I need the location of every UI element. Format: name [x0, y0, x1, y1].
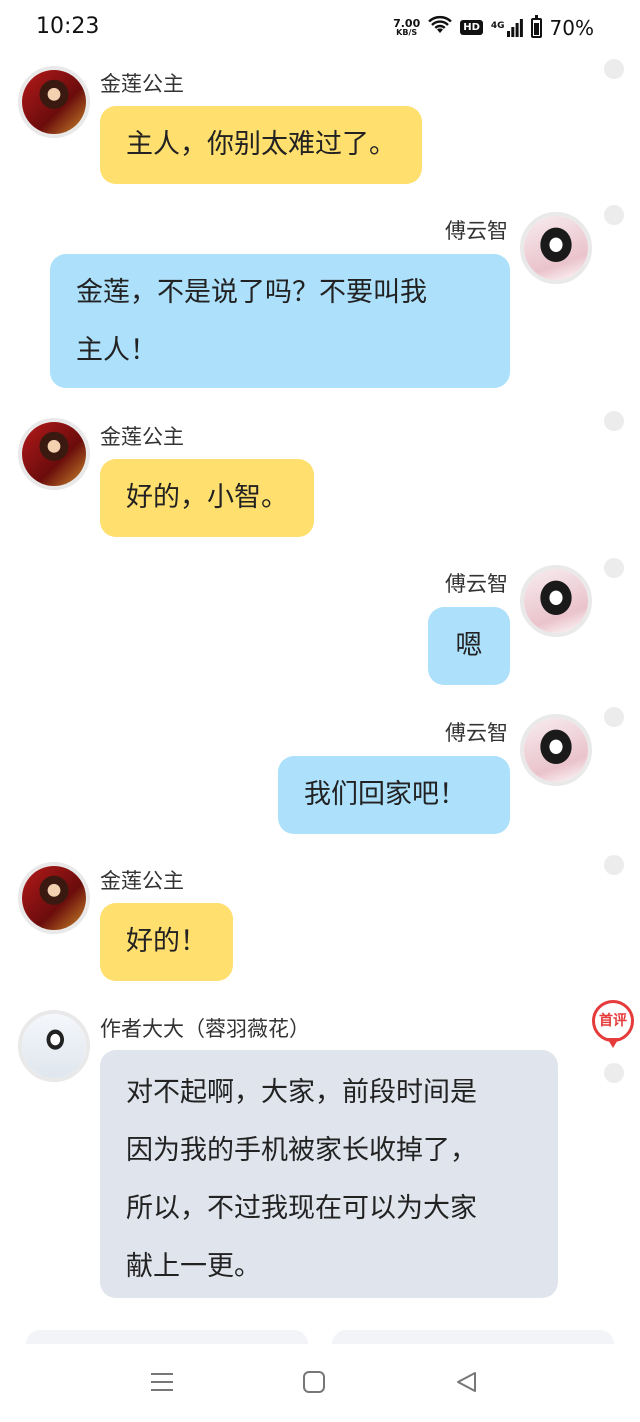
select-dot[interactable] [604, 855, 624, 875]
battery-icon [530, 14, 542, 38]
network-speed: 7.00 KB/S [393, 16, 421, 37]
sender-name: 傅云智 [445, 572, 508, 596]
fuyunzhi-avatar-icon[interactable] [520, 714, 592, 786]
select-dot[interactable] [604, 558, 624, 578]
message-bubble[interactable]: 对不起啊，大家，前段时间是 因为我的手机被家长收掉了， 所以，不过我现在可以为大… [100, 1050, 558, 1298]
message-line: 所以，不过我现在可以为大家 [126, 1193, 477, 1224]
message-line: 主人！ [76, 335, 157, 366]
sender-name: 傅云智 [445, 219, 508, 243]
sender-name: 金莲公主 [100, 425, 184, 449]
author-avatar-icon[interactable] [18, 1010, 90, 1082]
fuyunzhi-avatar-icon[interactable] [520, 212, 592, 284]
status-time: 10:23 [36, 14, 100, 39]
select-dot[interactable] [604, 411, 624, 431]
chat-screen: 10:23 7.00 KB/S HD 4G 70% 金莲公主 主人，你别太难过了… [0, 0, 640, 1422]
select-dot[interactable] [604, 707, 624, 727]
select-dot[interactable] [604, 205, 624, 225]
badge-pin-tail [607, 1038, 619, 1048]
sender-name: 金莲公主 [100, 869, 184, 893]
system-nav-bar [0, 1344, 640, 1422]
status-bar: 10:23 7.00 KB/S HD 4G 70% [0, 0, 640, 56]
message-bubble[interactable]: 好的，小智。 [100, 459, 314, 537]
fuyunzhi-avatar-icon[interactable] [520, 565, 592, 637]
select-dot[interactable] [604, 1063, 624, 1083]
network-type: 4G [490, 20, 505, 31]
first-comment-label: 首评 [592, 1000, 634, 1042]
status-icons: 7.00 KB/S HD 4G 70% [393, 14, 594, 40]
jinlian-avatar-icon[interactable] [18, 66, 90, 138]
first-comment-badge[interactable]: 首评 [592, 1000, 634, 1050]
speed-value: 7.00 [393, 16, 421, 30]
message-bubble[interactable]: 主人，你别太难过了。 [100, 106, 422, 184]
back-triangle-icon[interactable] [452, 1368, 480, 1396]
signal-icon: 4G [490, 18, 523, 37]
select-dot[interactable] [604, 59, 624, 79]
sender-name: 作者大大（蓉羽薇花） [100, 1017, 310, 1041]
message-line: 对不起啊，大家，前段时间是 [126, 1077, 477, 1108]
sender-name: 傅云智 [445, 721, 508, 745]
sender-name: 金莲公主 [100, 72, 184, 96]
hd-badge: HD [460, 20, 483, 35]
message-bubble[interactable]: 我们回家吧！ [278, 756, 510, 834]
jinlian-avatar-icon[interactable] [18, 418, 90, 490]
jinlian-avatar-icon[interactable] [18, 862, 90, 934]
message-line: 金莲，不是说了吗？不要叫我 [76, 277, 427, 308]
speed-unit: KB/S [396, 27, 418, 37]
message-bubble[interactable]: 嗯 [428, 607, 510, 685]
menu-icon[interactable] [148, 1368, 176, 1396]
bottom-action-bar [0, 1330, 640, 1350]
wifi-icon [428, 15, 453, 40]
battery-level: 70% [549, 15, 594, 40]
home-square-icon[interactable] [300, 1368, 328, 1396]
message-bubble[interactable]: 金莲，不是说了吗？不要叫我 主人！ [50, 254, 510, 388]
message-line: 献上一更。 [126, 1251, 261, 1282]
message-bubble[interactable]: 好的！ [100, 903, 233, 981]
message-line: 因为我的手机被家长收掉了， [126, 1135, 477, 1166]
